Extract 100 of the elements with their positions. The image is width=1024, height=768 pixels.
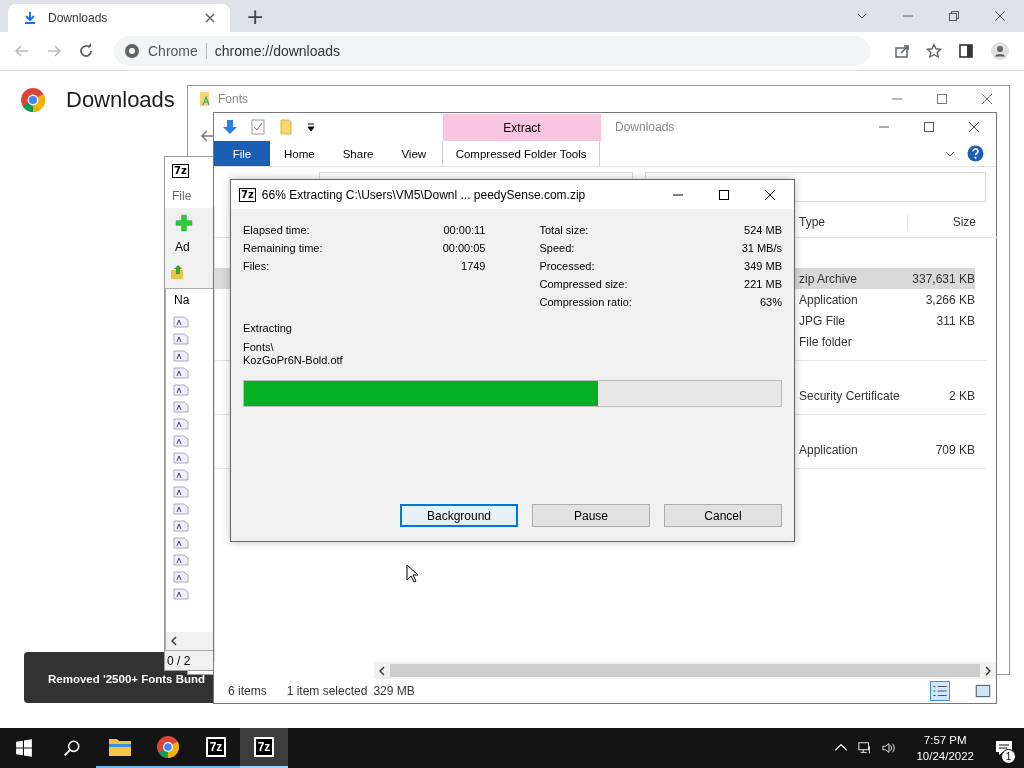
download-arrow-icon[interactable] (222, 119, 238, 135)
stat-label: Total size: (539, 224, 589, 236)
font-file-icon (173, 486, 189, 498)
details-view-icon[interactable] (930, 681, 950, 701)
size-cell-text: 3,266 KB (924, 292, 975, 307)
font-file-icon (173, 418, 189, 430)
download-icon (22, 10, 38, 26)
site-label: Chrome (148, 43, 207, 59)
chrome-logo-icon (20, 87, 46, 113)
font-file-icon (173, 384, 189, 396)
help-icon[interactable] (967, 145, 984, 162)
folder-path: Fonts\ (243, 341, 275, 354)
font-file-icon (173, 435, 189, 447)
stat-label: Files: (243, 260, 270, 272)
restore-icon[interactable] (948, 10, 960, 22)
column-header[interactable]: Type (799, 215, 908, 229)
action-label: Extracting (243, 322, 293, 334)
stat-label: Remaining time: (243, 242, 323, 254)
file-name: KozGoPr6N-Bold.otf (243, 354, 344, 367)
font-file-icon (173, 469, 189, 481)
status-text: 0 / 2 (167, 653, 191, 668)
selection-size: 329 MB (373, 684, 415, 698)
close-icon[interactable] (968, 121, 980, 133)
app-logo: 7z (253, 737, 275, 757)
font-file-icon (173, 554, 189, 566)
volume-icon[interactable] (882, 741, 897, 755)
chrome-icon (124, 43, 140, 59)
close-icon[interactable] (204, 12, 216, 24)
dialog-button[interactable]: Pause (532, 504, 650, 527)
file-menu-tab[interactable]: File (214, 141, 270, 166)
address-bar[interactable]: Chrome chrome://downloads (114, 36, 870, 66)
font-file-icon (173, 520, 189, 532)
url-text: chrome://downloads (214, 43, 341, 59)
chrome-logo-icon (156, 735, 180, 759)
notification-count: 1 (1001, 749, 1016, 764)
stat-value: 63% (759, 296, 782, 308)
size-cell-text: 311 KB (935, 313, 975, 328)
type-cell-text: Security Certificate (799, 388, 901, 403)
app-logo: 7z (205, 737, 227, 757)
stat-value: 31 MB/s (741, 242, 782, 254)
browser-tab[interactable]: Downloads (8, 4, 230, 32)
horizontal-scrollbar[interactable] (374, 662, 996, 679)
toolbar-label[interactable]: Ad (175, 240, 190, 254)
share-icon[interactable] (894, 43, 910, 59)
folder-up-icon[interactable] (170, 264, 186, 280)
dialog-button[interactable]: Cancel (664, 504, 782, 527)
reload-icon[interactable] (78, 43, 94, 59)
column-header[interactable]: Size (908, 215, 976, 229)
stat-label: Speed: (539, 242, 575, 254)
stat-value: 221 MB (744, 278, 782, 290)
type-cell-text: Application (799, 292, 859, 307)
clock-time[interactable]: 7:57 PM (923, 732, 967, 748)
taskbar-app[interactable]: 7z (240, 728, 288, 768)
side-panel-icon[interactable] (958, 43, 974, 59)
clock-date[interactable]: 10/24/2022 (916, 748, 974, 764)
profile-icon[interactable] (990, 41, 1010, 61)
font-file-icon (173, 537, 189, 549)
star-icon[interactable] (926, 43, 942, 59)
maximize-icon[interactable] (923, 121, 935, 133)
dropdown-icon[interactable] (306, 122, 316, 132)
stat-value: 524 MB (744, 224, 782, 236)
window-title: Fonts (218, 92, 248, 106)
ribbon-tab[interactable]: Compressed Folder Tools (442, 141, 601, 166)
type-cell-text: JPG File (799, 313, 846, 328)
mouse-pointer-icon (406, 564, 418, 583)
new-tab-button[interactable]: + (240, 0, 271, 32)
size-cell-text: 709 KB (934, 442, 975, 457)
stat-value: 00:00:11 (443, 224, 486, 236)
maximize-icon[interactable] (718, 188, 730, 201)
stat-label: Processed: (539, 260, 595, 272)
font-file-icon (173, 316, 189, 328)
properties-icon[interactable] (250, 119, 266, 135)
stat-label: Elapsed time: (243, 224, 310, 236)
selection-info: 1 item selected (286, 684, 368, 698)
app-logo: 7z (239, 187, 256, 202)
tab-title: Downloads (48, 11, 109, 25)
stat-value: 00:00:05 (442, 242, 486, 254)
font-file-icon (173, 452, 189, 464)
type-cell-text: Application (799, 442, 859, 457)
size-cell-text: 337,631 KB (911, 271, 975, 286)
font-file-icon (173, 333, 189, 345)
dialog-title: 66% Extracting C:\Users\VM5\Downl ... peedySense.com.zip (261, 187, 586, 202)
dialog-button[interactable]: Background (400, 504, 518, 527)
font-file-icon (173, 367, 189, 379)
stat-label: Compression ratio: (539, 296, 632, 308)
page-title: Downloads (66, 87, 175, 113)
close-icon[interactable] (764, 188, 776, 201)
font-file-icon (173, 571, 189, 583)
back-icon[interactable] (200, 128, 216, 144)
large-icons-view-icon[interactable] (974, 682, 992, 700)
context-tab-header[interactable]: Extract (443, 114, 601, 141)
window-title: Downloads (614, 120, 675, 134)
size-cell-text: 2 KB (948, 388, 975, 403)
font-file-icon (173, 503, 189, 515)
menu-item[interactable]: File (172, 189, 192, 203)
network-icon[interactable] (858, 741, 873, 755)
stat-label: Compressed size: (539, 278, 628, 290)
font-file-icon (173, 401, 189, 413)
font-file-icon (173, 588, 189, 600)
font-file-icon (173, 350, 189, 362)
